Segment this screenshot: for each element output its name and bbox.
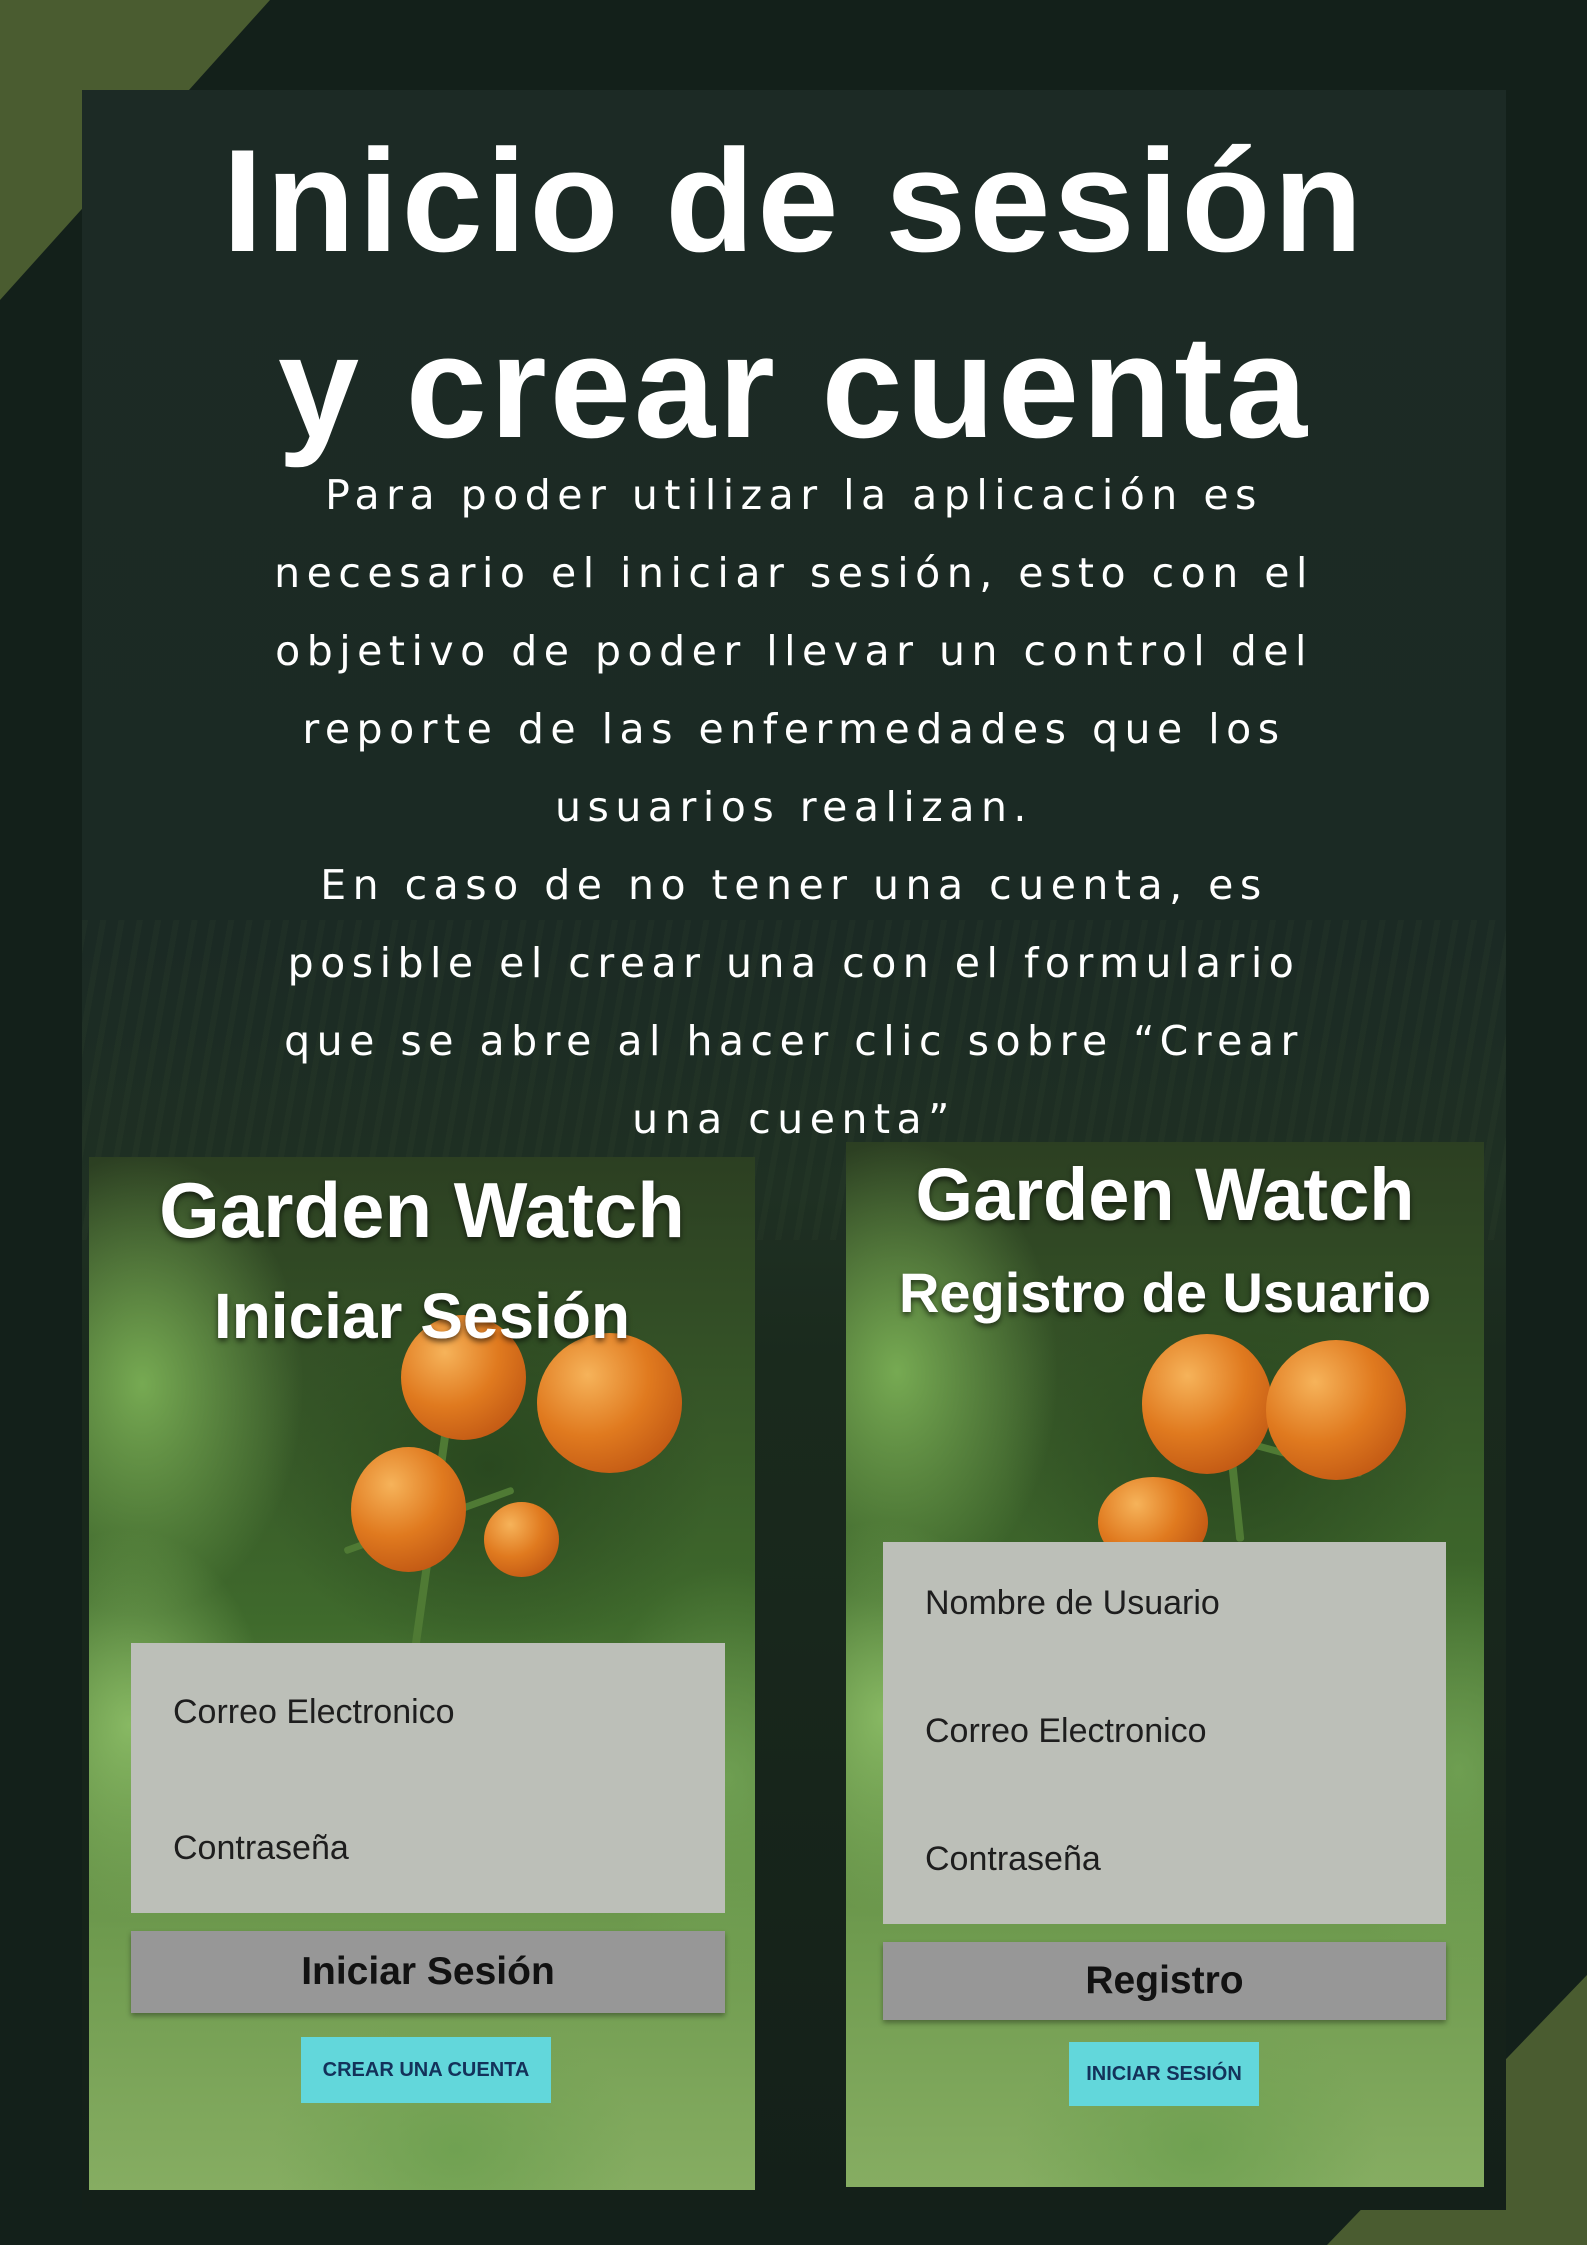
- tomato-image: [1142, 1334, 1272, 1474]
- email-field[interactable]: Correo Electronico: [173, 1693, 455, 1732]
- tomato-image: [1266, 1340, 1406, 1480]
- description-line: que se abre al hacer clic sobre “Crear: [284, 1017, 1304, 1065]
- description-line: objetivo de poder llevar un control del: [275, 627, 1313, 675]
- page-title: Inicio de sesión y crear cuenta: [82, 108, 1506, 480]
- description-line: usuarios realizan.: [555, 783, 1033, 831]
- login-link-button[interactable]: INICIAR SESIÓN: [1069, 2042, 1259, 2106]
- username-field[interactable]: Nombre de Usuario: [925, 1584, 1220, 1623]
- description-line: posible el crear una con el formulario: [287, 939, 1301, 987]
- login-screen-mockup: Garden Watch Iniciar Sesión Correo Elect…: [89, 1157, 755, 2190]
- register-button[interactable]: Registro: [883, 1942, 1446, 2020]
- register-screen-mockup: Garden Watch Registro de Usuario Nombre …: [846, 1142, 1484, 2187]
- screen-heading: Registro de Usuario: [898, 1261, 1432, 1324]
- description-line: Para poder utilizar la aplicación es: [325, 471, 1263, 519]
- screen-heading: Iniciar Sesión: [213, 1280, 631, 1352]
- description-line: reporte de las enfermedades que los: [302, 705, 1286, 753]
- app-name: Garden Watch: [159, 1166, 685, 1254]
- description: Para poder utilizar la aplicación es nec…: [200, 456, 1388, 1158]
- register-form: Nombre de Usuario Correo Electronico Con…: [883, 1542, 1446, 1924]
- email-field[interactable]: Correo Electronico: [925, 1712, 1207, 1751]
- description-line: necesario el iniciar sesión, esto con el: [274, 549, 1314, 597]
- password-field[interactable]: Contraseña: [925, 1840, 1101, 1879]
- description-line: En caso de no tener una cuenta, es: [320, 861, 1268, 909]
- login-form: Correo Electronico Contraseña: [131, 1643, 725, 1913]
- login-button[interactable]: Iniciar Sesión: [131, 1931, 725, 2013]
- title-line-2: y crear cuenta: [277, 305, 1311, 468]
- create-account-button[interactable]: CREAR UNA CUENTA: [301, 2037, 551, 2103]
- app-name: Garden Watch: [915, 1153, 1415, 1236]
- title-line-1: Inicio de sesión: [222, 119, 1366, 282]
- tomato-image: [351, 1447, 466, 1572]
- password-field[interactable]: Contraseña: [173, 1829, 349, 1868]
- tomato-image: [537, 1333, 682, 1473]
- tomato-image: [484, 1502, 559, 1577]
